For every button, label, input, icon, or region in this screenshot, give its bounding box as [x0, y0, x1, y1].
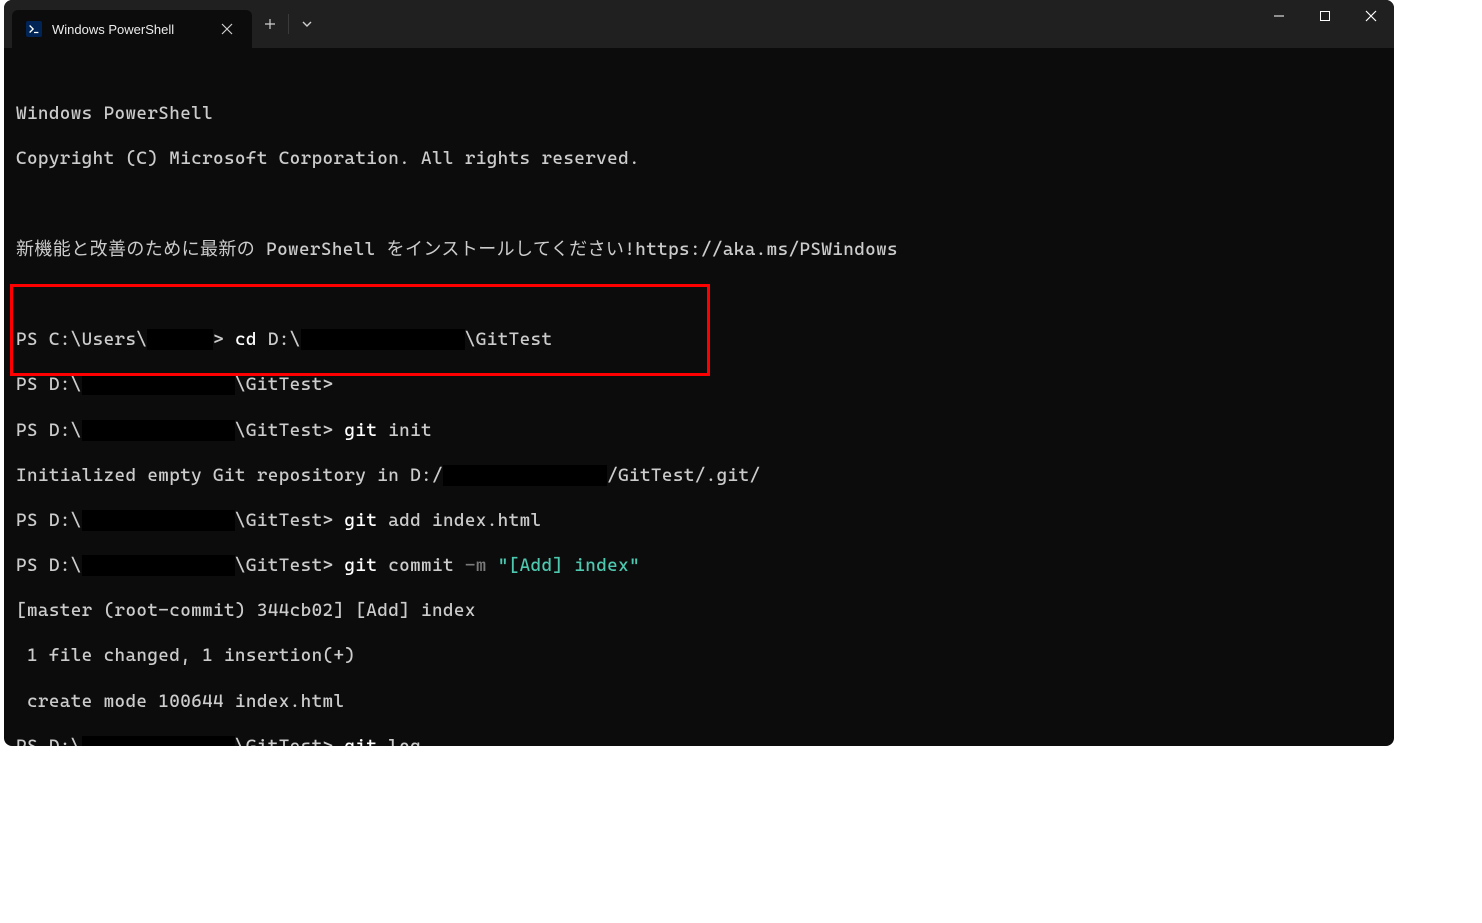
new-tab-button[interactable]	[252, 0, 288, 48]
powershell-icon	[26, 21, 42, 37]
terminal-line: PS D:\ .\GitTest>	[16, 374, 1382, 397]
tab-controls	[252, 0, 325, 48]
window-controls	[1256, 0, 1394, 48]
terminal-line	[16, 284, 1382, 307]
close-button[interactable]	[1348, 0, 1394, 32]
terminal-line: PS D:\ \GitTest> git add index.html	[16, 510, 1382, 533]
tab-powershell[interactable]: Windows PowerShell	[12, 10, 252, 48]
titlebar: Windows PowerShell	[4, 0, 1394, 48]
terminal-line: 新機能と改善のために最新の PowerShell をインストールしてください!h…	[16, 239, 1382, 262]
tab-dropdown-button[interactable]	[289, 0, 325, 48]
terminal-line: create mode 100644 index.html	[16, 691, 1382, 714]
terminal-line: Windows PowerShell	[16, 103, 1382, 126]
maximize-button[interactable]	[1302, 0, 1348, 32]
terminal-line: 1 file changed, 1 insertion(+)	[16, 645, 1382, 668]
terminal-line	[16, 194, 1382, 217]
terminal-line: PS D:\ \GitTest> git log	[16, 736, 1382, 746]
terminal-line: PS D:\ \GitTest> git init	[16, 420, 1382, 443]
terminal-line: PS D:\ \GitTest> git commit -m "[Add] in…	[16, 555, 1382, 578]
terminal-line: Copyright (C) Microsoft Corporation. All…	[16, 148, 1382, 171]
tab-title: Windows PowerShell	[52, 22, 206, 37]
tab-close-button[interactable]	[216, 18, 238, 40]
minimize-button[interactable]	[1256, 0, 1302, 32]
terminal-line: Initialized empty Git repository in D:/ …	[16, 465, 1382, 488]
terminal-line: PS C:\Users\ > cd D:\ \GitTest	[16, 329, 1382, 352]
terminal-line: [master (root-commit) 344cb02] [Add] ind…	[16, 600, 1382, 623]
terminal-window: Windows PowerShell	[4, 0, 1394, 746]
tab-strip: Windows PowerShell	[4, 0, 325, 48]
terminal-content[interactable]: Windows PowerShell Copyright (C) Microso…	[4, 48, 1394, 746]
